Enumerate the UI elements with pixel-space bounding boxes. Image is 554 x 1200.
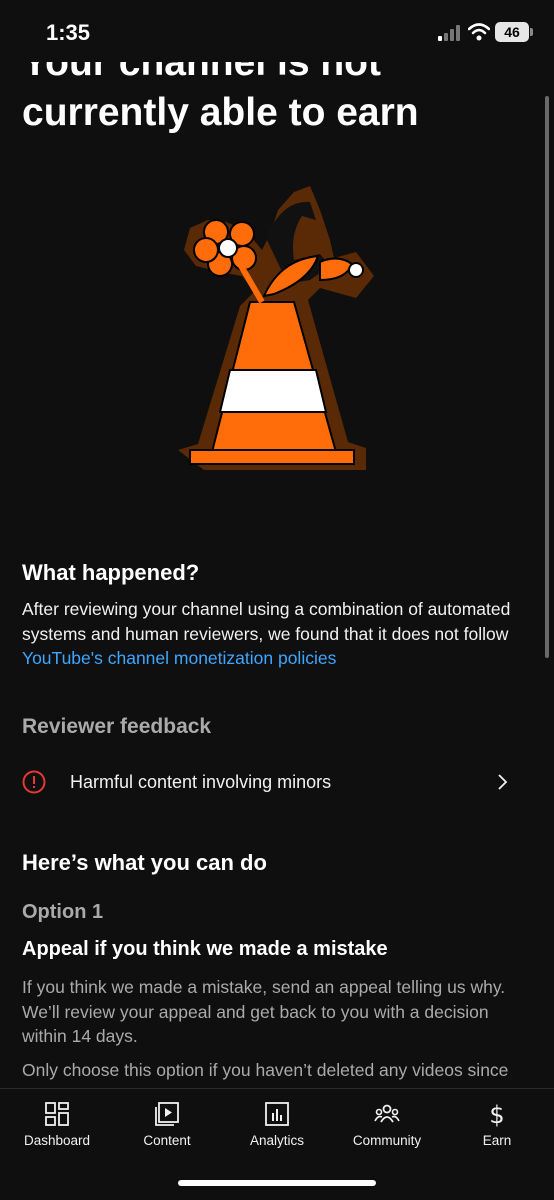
feedback-item-label: Harmful content involving minors: [70, 772, 332, 792]
alert-icon: [22, 770, 46, 794]
main-content: Your channel is not currently able to ea…: [0, 0, 554, 1088]
wifi-icon: [468, 23, 490, 41]
what-happened-body: After reviewing your channel using a com…: [22, 599, 511, 644]
dashboard-icon: [45, 1102, 69, 1126]
signal-icon: [438, 25, 460, 41]
home-indicator[interactable]: [178, 1180, 376, 1186]
status-bar: 1:35 46: [0, 0, 554, 62]
title-clip: Your channel is not currently able to ea…: [0, 62, 554, 142]
reviewer-feedback-heading: Reviewer feedback: [22, 715, 212, 738]
what-you-can-do-heading: Here’s what you can do: [22, 850, 267, 875]
scrollbar[interactable]: [545, 96, 549, 658]
status-time: 1:35: [46, 20, 91, 45]
nav-label-dashboard: Dashboard: [23, 1133, 91, 1148]
nav-dashboard[interactable]: Dashboard: [2, 1089, 112, 1159]
nav-earn[interactable]: $ Earn: [442, 1089, 552, 1159]
svg-text:$: $: [489, 1101, 504, 1127]
chevron-right-icon: [498, 774, 508, 790]
page-title: Your channel is not currently able to ea…: [22, 62, 419, 134]
nav-community[interactable]: Community: [332, 1089, 442, 1159]
battery-icon: 46: [495, 22, 529, 42]
nav-label-analytics: Analytics: [249, 1133, 305, 1148]
nav-content[interactable]: Content: [112, 1089, 222, 1159]
what-happened-heading: What happened?: [22, 560, 200, 585]
appeal-text: If you think we made a mistake, send an …: [22, 977, 506, 1046]
appeal-heading: Appeal if you think we made a mistake: [22, 938, 388, 960]
content-icon: [155, 1102, 179, 1126]
nav-label-community: Community: [352, 1133, 422, 1148]
nav-analytics[interactable]: Analytics: [222, 1089, 332, 1159]
monetization-policies-link[interactable]: YouTube's channel monetization policies: [22, 648, 336, 668]
feedback-item-row[interactable]: Harmful content involving minors: [0, 760, 554, 806]
nav-label-earn: Earn: [482, 1133, 512, 1148]
what-happened-text: After reviewing your channel using a com…: [22, 597, 537, 671]
community-icon: [374, 1104, 400, 1123]
option-label: Option 1: [22, 901, 104, 923]
only-option-text: Only choose this option if you haven’t d…: [22, 1060, 509, 1088]
battery-tip: [530, 28, 533, 36]
nav-label-content: Content: [143, 1133, 191, 1148]
traffic-cone-illustration: [178, 186, 374, 470]
earn-icon: $: [489, 1101, 504, 1127]
analytics-icon: [265, 1102, 289, 1126]
